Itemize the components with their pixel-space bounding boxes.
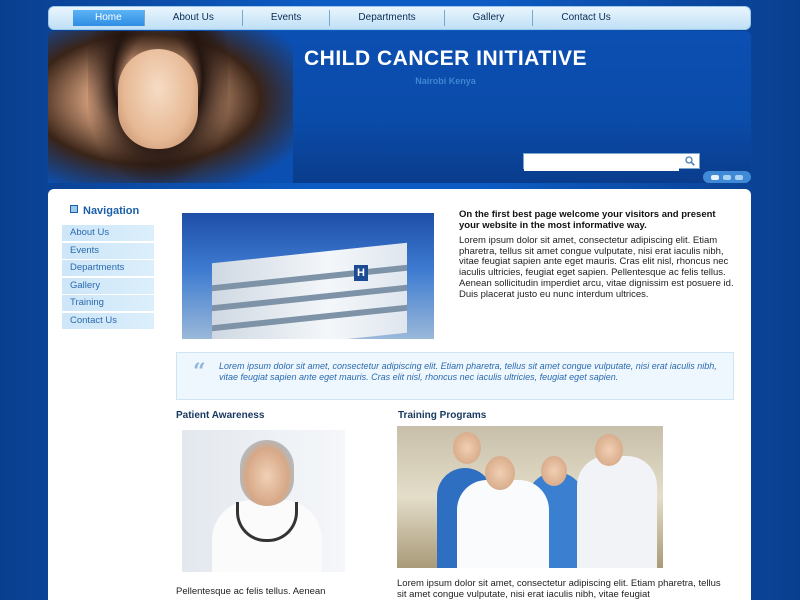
content-panel: Navigation About Us Events Departments G… (48, 189, 751, 600)
sidebar-item-departments[interactable]: Departments (62, 260, 154, 277)
sidebar-nav: About Us Events Departments Gallery Trai… (62, 225, 154, 331)
doctor-image (182, 430, 345, 572)
search-input[interactable] (524, 157, 679, 171)
team-member-face (541, 456, 567, 486)
sidebar-item-gallery[interactable]: Gallery (62, 277, 154, 294)
nav-about-link[interactable]: About Us (145, 10, 243, 26)
nav-home-link[interactable]: Home (73, 10, 145, 26)
nav-departments-link[interactable]: Departments (330, 10, 445, 26)
hospital-sign: H (354, 265, 368, 281)
nav-events-link[interactable]: Events (243, 10, 331, 26)
search-box (523, 153, 700, 171)
slider-dot[interactable] (723, 174, 731, 180)
quote-block: “ Lorem ipsum dolor sit amet, consectetu… (176, 352, 734, 400)
slider-dot[interactable] (735, 174, 743, 180)
nav-contact-link[interactable]: Contact Us (533, 10, 638, 26)
team-member-face (453, 432, 481, 464)
nav-gallery-link[interactable]: Gallery (445, 10, 534, 26)
hospital-building (212, 242, 407, 339)
intro-heading: On the first best page welcome your visi… (459, 209, 716, 231)
sidebar-item-about[interactable]: About Us (62, 225, 154, 241)
quote-icon: “ (193, 359, 206, 385)
hero-face (118, 49, 198, 149)
sidebar-item-events[interactable]: Events (62, 242, 154, 259)
team-member (577, 456, 657, 568)
site-subtitle: Nairobi Kenya (415, 76, 476, 86)
site-header: CHILD CANCER INITIATIVE Nairobi Kenya (48, 31, 751, 183)
top-navigation: Home About Us Events Departments Gallery… (48, 6, 751, 30)
training-programs-text: Lorem ipsum dolor sit amet, consectetur … (397, 578, 721, 600)
medical-team-image (397, 426, 663, 568)
window-row (212, 304, 407, 332)
sidebar-item-training[interactable]: Training (62, 295, 154, 312)
site-title: CHILD CANCER INITIATIVE (304, 47, 587, 70)
search-icon[interactable] (685, 156, 695, 166)
team-member-face (595, 434, 623, 466)
hospital-image: H (182, 213, 434, 339)
slider-dot[interactable] (711, 174, 719, 180)
hero-photo (48, 31, 293, 183)
doctor-face (240, 440, 294, 506)
patient-awareness-text: Pellentesque ac felis tellus. Aenean (176, 586, 326, 597)
quote-text: Lorem ipsum dolor sit amet, consectetur … (219, 361, 717, 382)
team-member-face (485, 456, 515, 490)
sidebar-item-contact[interactable]: Contact Us (62, 312, 154, 329)
slider-controls (703, 171, 751, 183)
training-programs-heading: Training Programs (398, 410, 487, 421)
team-member (457, 480, 549, 568)
sidebar-heading: Navigation (70, 205, 139, 217)
intro-paragraph: Lorem ipsum dolor sit amet, consectetur … (459, 235, 734, 300)
patient-awareness-heading: Patient Awareness (176, 410, 265, 421)
